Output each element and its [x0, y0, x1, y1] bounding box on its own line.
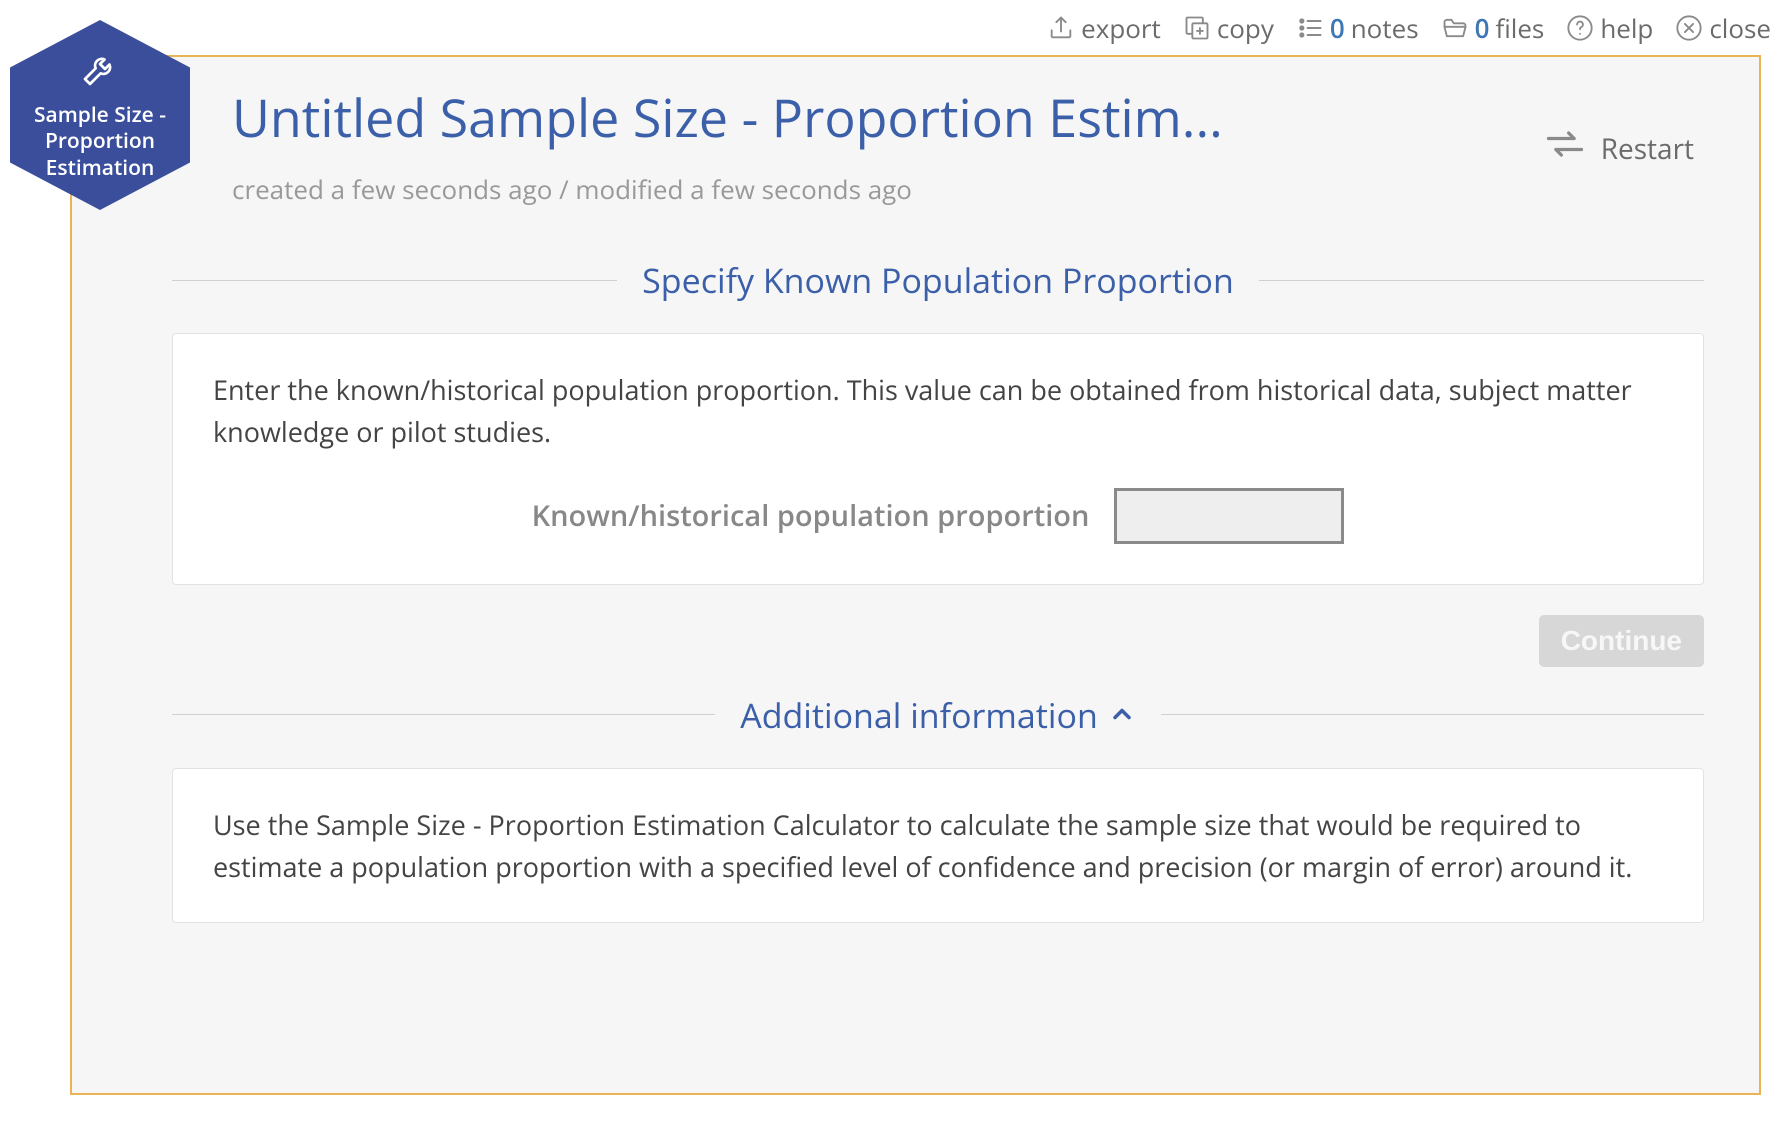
notes-count: 0 [1330, 10, 1345, 46]
copy-button[interactable]: copy [1183, 10, 1274, 46]
notes-button[interactable]: 0 notes [1296, 10, 1419, 46]
notes-label: notes [1351, 10, 1419, 46]
copy-icon [1183, 14, 1211, 42]
section-title-population: Specify Known Population Proportion [617, 257, 1259, 303]
files-button[interactable]: 0 files [1441, 10, 1545, 46]
close-button[interactable]: close [1675, 10, 1771, 46]
export-button[interactable]: export [1047, 10, 1161, 46]
continue-button[interactable]: Continue [1539, 615, 1704, 667]
restart-icon [1543, 122, 1587, 175]
restart-button[interactable]: Restart [1543, 122, 1694, 175]
export-label: export [1081, 10, 1161, 46]
notes-icon [1296, 14, 1324, 42]
additional-info-label: Additional information [740, 692, 1098, 738]
restart-label: Restart [1601, 130, 1694, 168]
tool-badge-label: Sample Size - Proportion Estimation [20, 102, 180, 181]
additional-info-card: Use the Sample Size - Proportion Estimat… [172, 768, 1704, 924]
top-toolbar: export copy [0, 0, 1791, 55]
help-icon [1566, 14, 1594, 42]
files-count: 0 [1475, 10, 1490, 46]
folder-icon [1441, 14, 1469, 42]
export-icon [1047, 14, 1075, 42]
population-proportion-label: Known/historical population proportion [532, 496, 1090, 535]
chevron-up-icon [1108, 692, 1136, 738]
close-icon [1675, 14, 1703, 42]
section-divider-population: Specify Known Population Proportion [172, 257, 1704, 303]
section-divider-additional: Additional information [172, 692, 1704, 738]
additional-info-description: Use the Sample Size - Proportion Estimat… [213, 804, 1663, 888]
help-button[interactable]: help [1566, 10, 1653, 46]
section-title-additional[interactable]: Additional information [715, 692, 1161, 738]
help-label: help [1600, 10, 1653, 46]
files-label: files [1495, 10, 1544, 46]
timestamps: created a few seconds ago / modified a f… [232, 171, 1543, 207]
population-card: Enter the known/historical population pr… [172, 333, 1704, 585]
copy-label: copy [1217, 10, 1274, 46]
tool-badge[interactable]: Sample Size - Proportion Estimation [10, 20, 190, 210]
population-proportion-input[interactable] [1114, 488, 1344, 544]
page-title: Untitled Sample Size - Proportion Estim.… [232, 82, 1332, 153]
population-description: Enter the known/historical population pr… [213, 369, 1663, 453]
main-panel: Untitled Sample Size - Proportion Estim.… [70, 55, 1761, 1095]
close-label: close [1709, 10, 1771, 46]
wrench-icon [80, 49, 120, 96]
